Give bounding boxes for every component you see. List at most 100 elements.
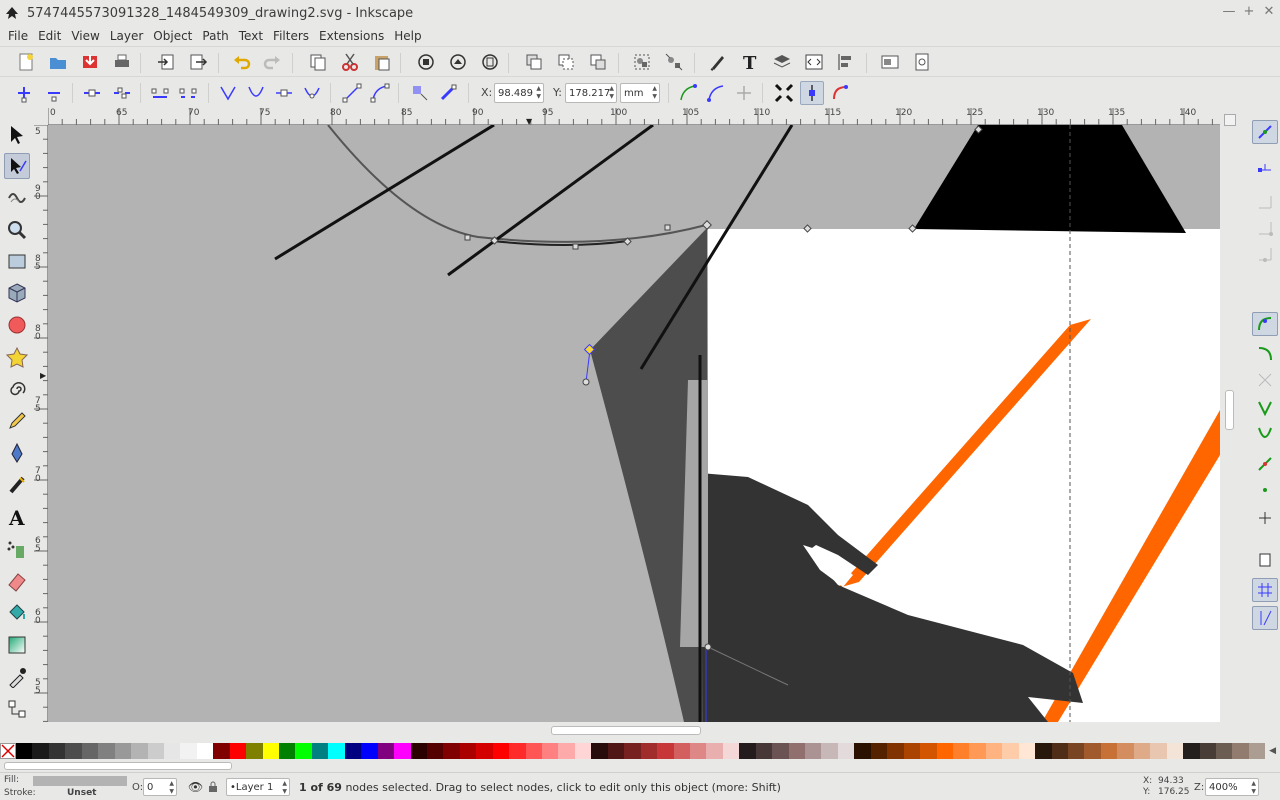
color-swatch[interactable] <box>394 743 411 759</box>
duplicate-icon[interactable] <box>522 50 546 74</box>
snap-toggle-icon[interactable] <box>1252 120 1278 144</box>
snap-guides-icon[interactable] <box>1252 606 1278 630</box>
color-swatch[interactable] <box>821 743 838 759</box>
group-icon[interactable] <box>630 50 654 74</box>
save-icon[interactable] <box>78 50 102 74</box>
color-swatch[interactable] <box>1035 743 1052 759</box>
close-icon[interactable]: ✕ <box>1260 4 1278 19</box>
color-swatch[interactable] <box>229 743 247 759</box>
color-swatch[interactable] <box>525 743 542 759</box>
snap-smooth-nodes-icon[interactable] <box>1252 422 1278 446</box>
zoom-field[interactable]: 400% ▲ ▼ <box>1205 778 1259 796</box>
color-swatch[interactable] <box>48 743 66 759</box>
color-swatch[interactable] <box>1215 743 1233 759</box>
color-swatch[interactable] <box>1133 743 1151 759</box>
path-effect-icon[interactable] <box>732 81 756 105</box>
delete-node-icon[interactable] <box>42 81 66 105</box>
menu-file[interactable]: File <box>3 29 33 43</box>
pencil-tool-icon[interactable] <box>4 408 30 434</box>
color-swatch[interactable] <box>279 743 296 759</box>
color-swatch[interactable] <box>65 743 82 759</box>
paste-icon[interactable] <box>370 50 394 74</box>
color-swatch[interactable] <box>870 743 888 759</box>
no-paint-swatch[interactable] <box>0 743 16 759</box>
color-swatch[interactable] <box>1183 743 1200 759</box>
ellipse-tool-icon[interactable] <box>4 312 30 338</box>
segment-line-icon[interactable] <box>340 81 364 105</box>
undo-icon[interactable] <box>230 50 254 74</box>
zoom-page-icon[interactable] <box>478 50 502 74</box>
snap-cusp-nodes-icon[interactable] <box>1252 396 1278 420</box>
menu-edit[interactable]: Edit <box>33 29 66 43</box>
spiral-tool-icon[interactable] <box>4 376 30 402</box>
ungroup-icon[interactable] <box>662 50 686 74</box>
color-swatch[interactable] <box>410 743 427 759</box>
color-swatch[interactable] <box>196 743 214 759</box>
redo-icon[interactable] <box>260 50 284 74</box>
color-swatch[interactable] <box>131 743 148 759</box>
vertical-scroll-thumb[interactable] <box>1225 390 1234 430</box>
y-coordinate-field[interactable]: 178.217 ▲ ▼ <box>565 83 617 103</box>
color-swatch[interactable] <box>936 743 953 759</box>
maximize-icon[interactable]: + <box>1240 4 1258 19</box>
unlink-clone-icon[interactable] <box>586 50 610 74</box>
color-swatch[interactable] <box>542 743 559 759</box>
color-swatch[interactable] <box>443 743 460 759</box>
node-handle[interactable] <box>582 378 590 386</box>
path-node[interactable] <box>664 224 671 231</box>
color-swatch[interactable] <box>837 743 855 759</box>
color-swatch[interactable] <box>1166 743 1184 759</box>
color-swatch[interactable] <box>887 743 904 759</box>
path-node[interactable] <box>464 234 471 241</box>
node-auto-smooth-icon[interactable] <box>300 81 324 105</box>
insert-node-icon[interactable] <box>12 81 36 105</box>
color-swatch[interactable] <box>311 743 329 759</box>
lock-icon[interactable] <box>208 781 218 793</box>
vertical-scrollbar[interactable] <box>1220 108 1240 722</box>
menu-help[interactable]: Help <box>389 29 426 43</box>
color-swatch[interactable] <box>722 743 740 759</box>
palette-menu-icon[interactable]: ◀ <box>1269 746 1276 756</box>
snap-midpoints-icon[interactable] <box>1252 452 1278 476</box>
connector-tool-icon[interactable] <box>4 696 30 722</box>
join-segment-icon[interactable] <box>148 81 172 105</box>
snap-intersections-icon[interactable] <box>1252 368 1278 392</box>
color-swatch[interactable] <box>1018 743 1036 759</box>
color-swatch[interactable] <box>805 743 822 759</box>
color-swatch[interactable] <box>426 743 444 759</box>
path-node[interactable] <box>572 243 579 250</box>
menu-text[interactable]: Text <box>234 29 268 43</box>
eraser-tool-icon[interactable] <box>4 568 30 594</box>
minimize-icon[interactable]: — <box>1220 4 1238 19</box>
tweak-tool-icon[interactable] <box>4 184 30 210</box>
color-swatch[interactable] <box>1002 743 1019 759</box>
join-nodes-icon[interactable] <box>80 81 104 105</box>
snap-grids-icon[interactable] <box>1252 578 1278 602</box>
snap-bbox-icon[interactable] <box>1252 158 1278 182</box>
color-swatch[interactable] <box>673 743 690 759</box>
break-path-icon[interactable] <box>110 81 134 105</box>
new-document-icon[interactable] <box>14 50 38 74</box>
menu-filters[interactable]: Filters <box>268 29 314 43</box>
show-outline-icon[interactable] <box>704 81 728 105</box>
color-swatch[interactable] <box>246 743 263 759</box>
color-swatch[interactable] <box>16 743 33 759</box>
color-swatch[interactable] <box>476 743 493 759</box>
rotate-canvas-icon[interactable] <box>1224 114 1236 126</box>
snap-rotation-center-icon[interactable] <box>1252 506 1278 530</box>
zoom-tool-icon[interactable] <box>4 217 30 243</box>
dropper-tool-icon[interactable] <box>4 664 30 690</box>
stroke-to-path-icon[interactable] <box>436 81 460 105</box>
color-swatch[interactable] <box>854 743 871 759</box>
color-swatch[interactable] <box>657 743 674 759</box>
color-swatch[interactable] <box>558 743 575 759</box>
palette-scroll-thumb[interactable] <box>4 762 232 770</box>
fill-stroke-icon[interactable] <box>706 50 730 74</box>
color-swatch[interactable] <box>492 743 510 759</box>
color-swatch[interactable] <box>295 743 312 759</box>
copy-icon[interactable] <box>306 50 330 74</box>
snap-bbox-midpoint-icon[interactable] <box>1252 242 1278 266</box>
snap-bbox-edge-icon[interactable] <box>1252 190 1278 214</box>
layer-select[interactable]: •Layer 1 ▲ ▼ <box>226 778 290 796</box>
show-path-outline-icon[interactable] <box>828 81 852 105</box>
